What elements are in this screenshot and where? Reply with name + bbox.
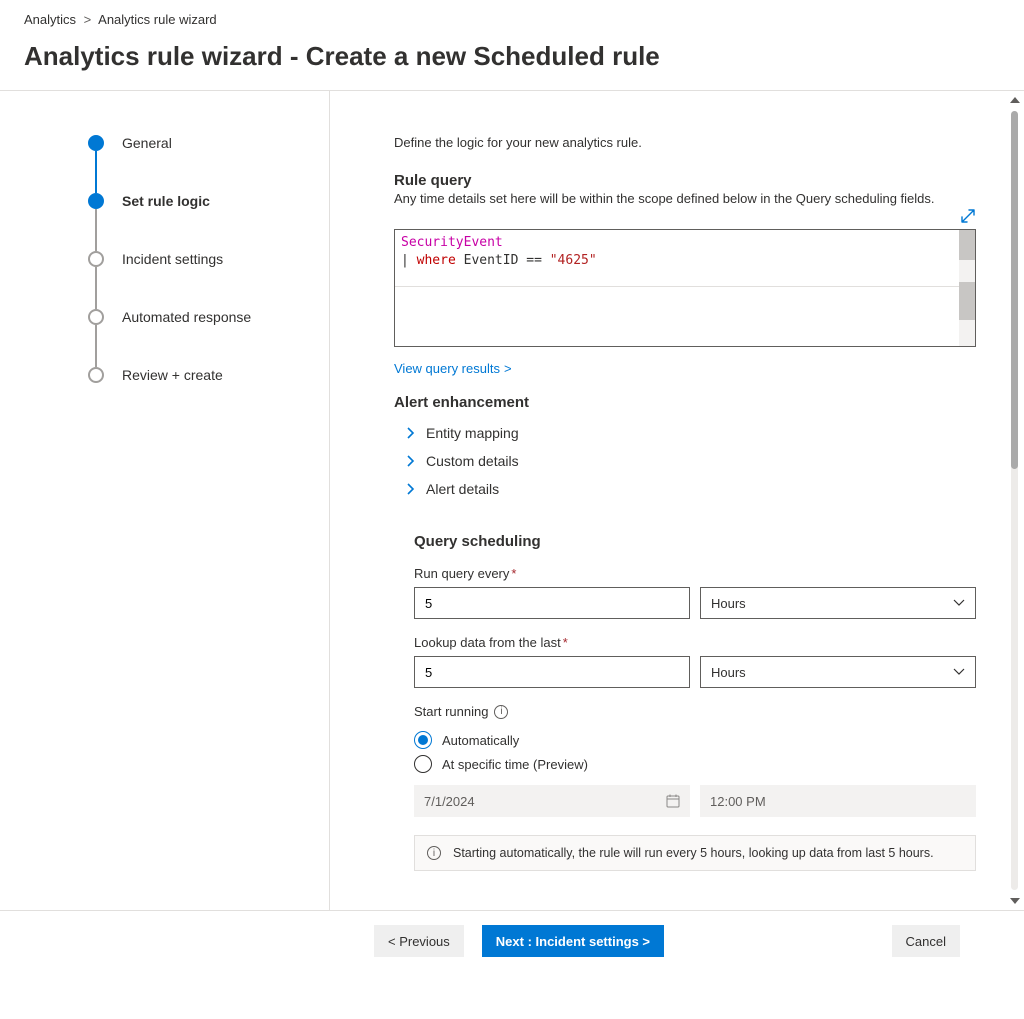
radio-at-specific-time[interactable]: At specific time (Preview)	[414, 755, 976, 773]
expander-label: Alert details	[426, 481, 499, 497]
lookup-data-input[interactable]	[414, 656, 690, 688]
wizard-steps-sidebar: General Set rule logic Incident settings…	[0, 91, 330, 910]
main-scrollbar[interactable]	[1006, 91, 1024, 910]
rule-query-sub: Any time details set here will be within…	[394, 191, 976, 206]
breadcrumb: Analytics > Analytics rule wizard	[0, 0, 1024, 35]
step-dot-icon	[88, 309, 104, 325]
chevron-down-icon	[953, 668, 965, 676]
step-dot-icon	[88, 251, 104, 267]
intro-text: Define the logic for your new analytics …	[394, 135, 976, 150]
run-query-every-input[interactable]	[414, 587, 690, 619]
banner-text: Starting automatically, the rule will ru…	[453, 846, 934, 860]
rule-query-heading: Rule query	[394, 172, 976, 189]
next-button[interactable]: Next : Incident settings >	[482, 925, 664, 957]
step-incident-settings[interactable]: Incident settings	[88, 251, 305, 309]
radio-icon	[414, 755, 432, 773]
scheduling-info-banner: i Starting automatically, the rule will …	[414, 835, 976, 871]
step-dot-icon	[88, 193, 104, 209]
expand-icon[interactable]	[960, 208, 976, 224]
chevron-right-icon	[406, 482, 416, 496]
step-connector	[95, 325, 97, 367]
previous-button[interactable]: < Previous	[374, 925, 464, 957]
editor-scrollbar[interactable]	[959, 230, 975, 346]
radio-label: Automatically	[442, 733, 519, 748]
radio-icon	[414, 731, 432, 749]
query-editor[interactable]: SecurityEvent | where EventID == "4625"	[394, 229, 976, 347]
alert-enhancement-heading: Alert enhancement	[394, 394, 976, 411]
radio-label: At specific time (Preview)	[442, 757, 588, 772]
step-connector	[95, 209, 97, 251]
step-label: Set rule logic	[122, 193, 210, 209]
start-running-label: Start running	[414, 704, 488, 719]
radio-automatically[interactable]: Automatically	[414, 731, 976, 749]
entity-mapping-expander[interactable]: Entity mapping	[394, 419, 976, 447]
expander-label: Custom details	[426, 453, 519, 469]
expander-label: Entity mapping	[426, 425, 519, 441]
query-scheduling-heading: Query scheduling	[414, 533, 976, 550]
cancel-button[interactable]: Cancel	[892, 925, 960, 957]
scroll-down-icon[interactable]	[1010, 898, 1020, 904]
chevron-right-icon	[406, 426, 416, 440]
breadcrumb-root[interactable]: Analytics	[24, 12, 76, 27]
step-label: Review + create	[122, 367, 223, 383]
step-automated-response[interactable]: Automated response	[88, 309, 305, 367]
alert-details-expander[interactable]: Alert details	[394, 475, 976, 503]
wizard-footer: < Previous Next : Incident settings > Ca…	[0, 910, 1024, 957]
view-query-results-link[interactable]: View query results>	[394, 361, 512, 376]
lookup-data-unit-dropdown[interactable]: Hours	[700, 656, 976, 688]
step-general[interactable]: General	[88, 135, 305, 193]
page-title: Analytics rule wizard - Create a new Sch…	[24, 41, 1000, 72]
run-query-every-unit-dropdown[interactable]: Hours	[700, 587, 976, 619]
step-connector	[95, 267, 97, 309]
step-connector	[95, 151, 97, 193]
calendar-icon	[666, 794, 680, 808]
step-label: Incident settings	[122, 251, 223, 267]
breadcrumb-separator: >	[84, 12, 92, 27]
step-label: Automated response	[122, 309, 251, 325]
step-set-rule-logic[interactable]: Set rule logic	[88, 193, 305, 251]
breadcrumb-current: Analytics rule wizard	[98, 12, 217, 27]
step-dot-icon	[88, 135, 104, 151]
scroll-up-icon[interactable]	[1010, 97, 1020, 103]
custom-details-expander[interactable]: Custom details	[394, 447, 976, 475]
step-label: General	[122, 135, 172, 151]
chevron-down-icon	[953, 599, 965, 607]
chevron-right-icon	[406, 454, 416, 468]
step-dot-icon	[88, 367, 104, 383]
info-icon: i	[427, 846, 441, 860]
run-query-every-label: Run query every*	[414, 566, 976, 581]
info-icon[interactable]: i	[494, 705, 508, 719]
main-content: Define the logic for your new analytics …	[330, 91, 1006, 910]
lookup-data-label: Lookup data from the last*	[414, 635, 976, 650]
start-time-input: 12:00 PM	[700, 785, 976, 817]
step-review-create[interactable]: Review + create	[88, 367, 305, 383]
start-date-input: 7/1/2024	[414, 785, 690, 817]
